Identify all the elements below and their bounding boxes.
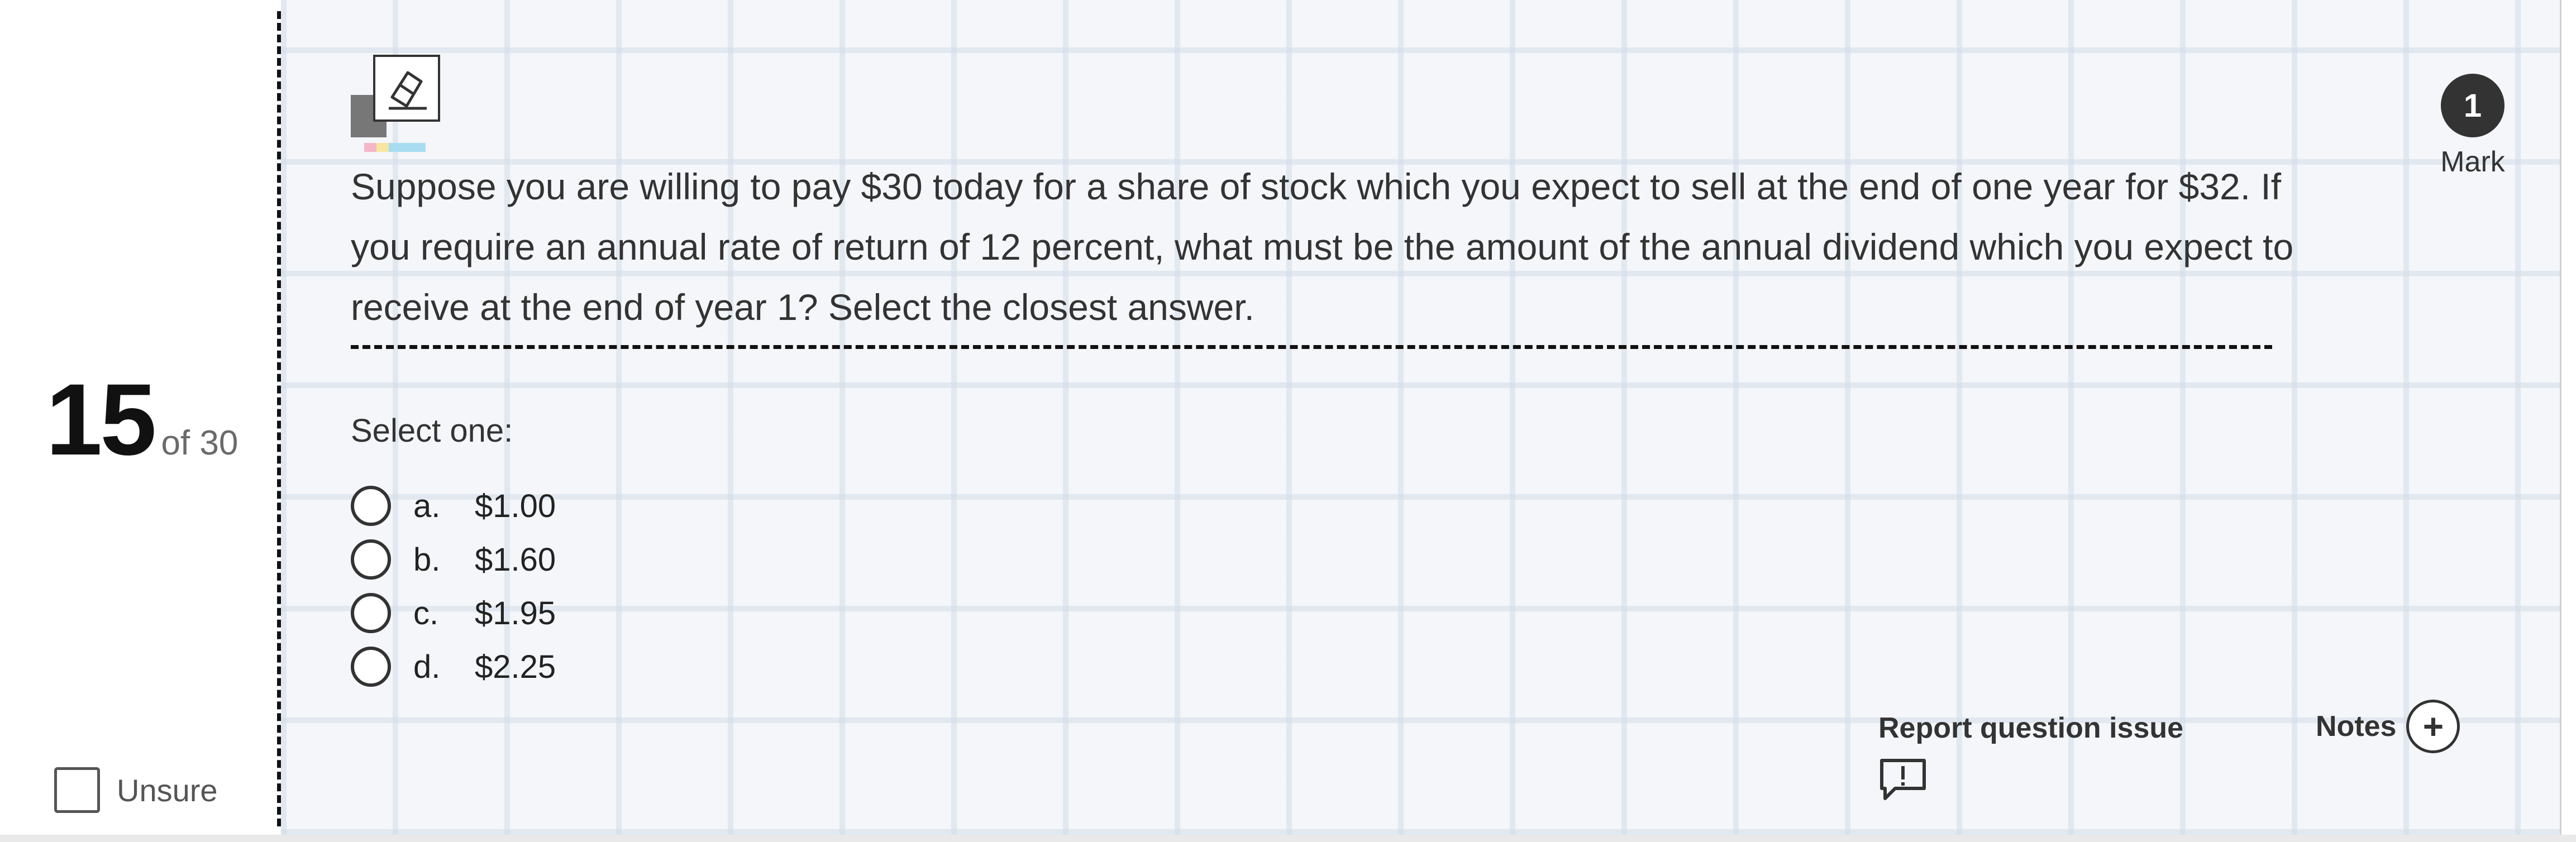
option-value: $1.95 xyxy=(475,595,556,631)
answer-option-c[interactable]: c. $1.95 xyxy=(351,586,556,640)
report-issue-icon[interactable] xyxy=(1878,757,1928,802)
option-letter: d. xyxy=(413,648,441,685)
answer-option-a[interactable]: a. $1.00 xyxy=(351,479,556,533)
answer-option-d[interactable]: d. $2.25 xyxy=(351,640,556,693)
report-issue-button[interactable]: Report question issue xyxy=(1878,711,2183,802)
option-value: $1.00 xyxy=(475,487,556,524)
notes-button[interactable]: Notes + xyxy=(2316,700,2460,753)
answer-options: a. $1.00 b. $1.60 c. $1.95 d. $2.25 xyxy=(351,479,556,693)
question-panel xyxy=(281,0,2560,835)
color-strip xyxy=(364,143,426,152)
panel-bottom-edge xyxy=(0,835,2576,842)
plus-icon[interactable]: + xyxy=(2406,700,2460,753)
option-letter: a. xyxy=(413,487,441,524)
radio-button[interactable] xyxy=(351,539,391,580)
unsure-checkbox[interactable] xyxy=(54,767,100,813)
option-value: $2.25 xyxy=(475,648,556,685)
notes-label: Notes xyxy=(2316,710,2397,743)
question-counter: 15 of 30 xyxy=(46,369,238,470)
unsure-toggle[interactable]: Unsure xyxy=(54,767,218,813)
question-text: Suppose you are willing to pay $30 today… xyxy=(351,166,2294,328)
radio-button[interactable] xyxy=(351,593,391,633)
panel-right-edge xyxy=(2560,0,2576,842)
option-value: $1.60 xyxy=(475,541,556,578)
radio-button[interactable] xyxy=(351,486,391,526)
question-total: of 30 xyxy=(161,424,238,462)
unsure-label: Unsure xyxy=(117,772,218,808)
quiz-page: 15 of 30 Unsure 1 Mark Suppose you are wi… xyxy=(0,0,2576,842)
eraser-icon[interactable] xyxy=(373,55,440,122)
mark-label: Mark xyxy=(2440,146,2505,178)
option-letter: b. xyxy=(413,541,441,578)
question-number: 15 xyxy=(46,362,156,476)
option-letter: c. xyxy=(413,595,439,631)
select-one-prompt: Select one: xyxy=(351,413,513,449)
mark-value: 1 xyxy=(2441,74,2505,137)
eraser-tool[interactable] xyxy=(351,55,446,155)
question-separator xyxy=(351,345,2272,349)
radio-button[interactable] xyxy=(351,647,391,687)
question-sidebar: 15 of 30 Unsure xyxy=(0,0,278,842)
mark-indicator: 1 Mark xyxy=(2439,74,2506,179)
report-issue-label: Report question issue xyxy=(1878,712,2184,744)
answer-option-b[interactable]: b. $1.60 xyxy=(351,533,556,586)
sidebar-divider xyxy=(277,11,281,826)
